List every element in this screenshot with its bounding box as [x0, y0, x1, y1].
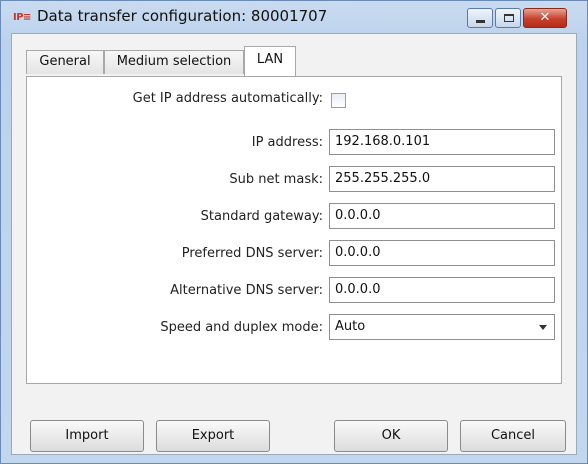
speed-duplex-label: Speed and duplex mode: — [160, 320, 323, 335]
minimize-button[interactable] — [467, 8, 493, 28]
tab-lan[interactable]: LAN — [244, 46, 296, 76]
dialog-window: IP≡ Data transfer configuration: 8000170… — [0, 0, 588, 464]
ip-address-label: IP address: — [251, 135, 323, 150]
app-icon: IP≡ — [13, 12, 31, 23]
lan-settings-panel: Get IP address automatically: IP address… — [26, 76, 562, 384]
preferred-dns-label: Preferred DNS server: — [181, 246, 323, 261]
minimize-icon — [476, 20, 485, 23]
auto-ip-checkbox[interactable] — [331, 93, 346, 108]
preferred-dns-field[interactable]: 0.0.0.0 — [329, 240, 555, 266]
chevron-down-icon — [539, 325, 547, 330]
cancel-button[interactable]: Cancel — [460, 420, 566, 452]
auto-ip-label: Get IP address automatically: — [132, 91, 323, 106]
export-button[interactable]: Export — [156, 420, 270, 452]
close-icon: ✕ — [539, 10, 551, 25]
speed-duplex-select[interactable]: Auto — [329, 314, 555, 340]
ip-address-field[interactable]: 192.168.0.101 — [329, 129, 555, 155]
subnet-mask-label: Sub net mask: — [229, 172, 323, 187]
alternative-dns-field[interactable]: 0.0.0.0 — [329, 277, 555, 303]
close-button[interactable]: ✕ — [523, 8, 567, 28]
ok-button[interactable]: OK — [334, 420, 448, 452]
subnet-mask-field[interactable]: 255.255.255.0 — [329, 166, 555, 192]
speed-duplex-value: Auto — [335, 319, 366, 334]
tab-medium-selection[interactable]: Medium selection — [104, 50, 244, 74]
tab-general[interactable]: General — [26, 50, 104, 74]
import-button[interactable]: Import — [30, 420, 144, 452]
maximize-button[interactable] — [495, 8, 521, 28]
window-title: Data transfer configuration: 80001707 — [37, 7, 328, 25]
title-bar[interactable]: IP≡ Data transfer configuration: 8000170… — [1, 1, 587, 33]
standard-gateway-label: Standard gateway: — [200, 209, 323, 224]
alternative-dns-label: Alternative DNS server: — [170, 283, 323, 298]
dialog-client-area: General Medium selection LAN Get IP addr… — [11, 33, 577, 455]
maximize-icon — [504, 14, 514, 22]
standard-gateway-field[interactable]: 0.0.0.0 — [329, 203, 555, 229]
